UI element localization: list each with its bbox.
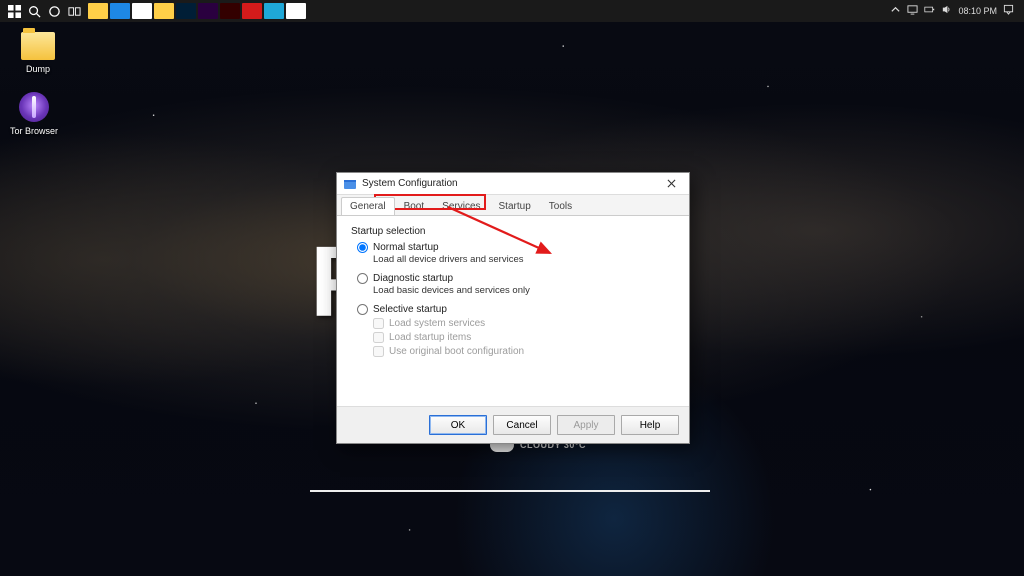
desktop-icon-label: Dump: [8, 64, 68, 74]
close-button[interactable]: [657, 175, 685, 193]
checkbox-label: Use original boot configuration: [389, 346, 524, 357]
radio-label: Normal startup: [373, 242, 439, 253]
notifications-icon[interactable]: [1003, 4, 1014, 18]
radio-input[interactable]: [357, 273, 368, 284]
group-label-startup-selection: Startup selection: [351, 226, 675, 237]
ok-button[interactable]: OK: [429, 415, 487, 435]
window-icon: [343, 177, 357, 191]
titlebar[interactable]: System Configuration: [337, 173, 689, 195]
radio-input[interactable]: [357, 304, 368, 315]
checkbox-label: Load startup items: [389, 332, 471, 343]
tray-volume-icon[interactable]: [941, 4, 952, 18]
tab-general[interactable]: General: [341, 197, 395, 215]
taskbar-app-adobe-uc[interactable]: [220, 3, 240, 19]
apply-button[interactable]: Apply: [557, 415, 615, 435]
help-button[interactable]: Help: [621, 415, 679, 435]
checkbox-input: [373, 332, 384, 343]
desktop-icon-dump[interactable]: Dump: [8, 32, 68, 74]
search-icon[interactable]: [24, 0, 44, 22]
clock[interactable]: 08:10 PM: [958, 6, 997, 16]
checkbox-load-startup-items: Load startup items: [373, 332, 675, 343]
radio-subtext: Load basic devices and services only: [373, 285, 675, 296]
radio-label: Selective startup: [373, 304, 447, 315]
radio-selective-startup[interactable]: Selective startup: [357, 304, 675, 315]
desktop-icon-label: Tor Browser: [4, 126, 64, 136]
tray-battery-icon[interactable]: [924, 4, 935, 18]
wallpaper-horizon-line: [310, 490, 710, 492]
taskbar-app-premiere[interactable]: [198, 3, 218, 19]
checkbox-input: [373, 318, 384, 329]
folder-icon: [21, 32, 55, 60]
checkbox-load-system-services: Load system services: [373, 318, 675, 329]
radio-normal-startup[interactable]: Normal startup: [357, 242, 675, 253]
tab-strip: GeneralBootServicesStartupTools: [337, 195, 689, 216]
system-tray: 08:10 PM: [890, 4, 1020, 18]
checkbox-label: Load system services: [389, 318, 485, 329]
taskbar-app-file-explorer[interactable]: [88, 3, 108, 19]
taskbar: 08:10 PM: [0, 0, 1024, 22]
taskbar-app-edge[interactable]: [110, 3, 130, 19]
taskbar-app-app-5[interactable]: [264, 3, 284, 19]
tab-services[interactable]: Services: [433, 197, 489, 215]
checkbox-use-original-boot: Use original boot configuration: [373, 346, 675, 357]
tray-monitor-icon[interactable]: [907, 4, 918, 18]
checkbox-input: [373, 346, 384, 357]
tray-chevron-icon[interactable]: [890, 4, 901, 18]
radio-input[interactable]: [357, 242, 368, 253]
desktop-icon-tor[interactable]: Tor Browser: [4, 92, 64, 136]
window-title: System Configuration: [362, 178, 657, 189]
tab-boot[interactable]: Boot: [395, 197, 434, 215]
system-configuration-dialog: System Configuration GeneralBootServices…: [336, 172, 690, 444]
cortana-icon[interactable]: [44, 0, 64, 22]
taskbar-app-opera[interactable]: [242, 3, 262, 19]
button-bar: OK Cancel Apply Help: [337, 406, 689, 443]
taskbar-app-photoshop[interactable]: [176, 3, 196, 19]
taskbar-app-app-doc[interactable]: [286, 3, 306, 19]
radio-diagnostic-startup[interactable]: Diagnostic startup: [357, 273, 675, 284]
taskbar-app-chrome[interactable]: [132, 3, 152, 19]
taskbar-apps: [88, 3, 306, 19]
radio-subtext: Load all device drivers and services: [373, 254, 675, 265]
cancel-button[interactable]: Cancel: [493, 415, 551, 435]
radio-label: Diagnostic startup: [373, 273, 453, 284]
start-button[interactable]: [4, 0, 24, 22]
task-view-icon[interactable]: [64, 0, 84, 22]
tab-panel-general: Startup selection Normal startup Load al…: [337, 216, 689, 406]
taskbar-app-explorer-2[interactable]: [154, 3, 174, 19]
tab-startup[interactable]: Startup: [490, 197, 540, 215]
tab-tools[interactable]: Tools: [540, 197, 581, 215]
tor-icon: [19, 92, 49, 122]
